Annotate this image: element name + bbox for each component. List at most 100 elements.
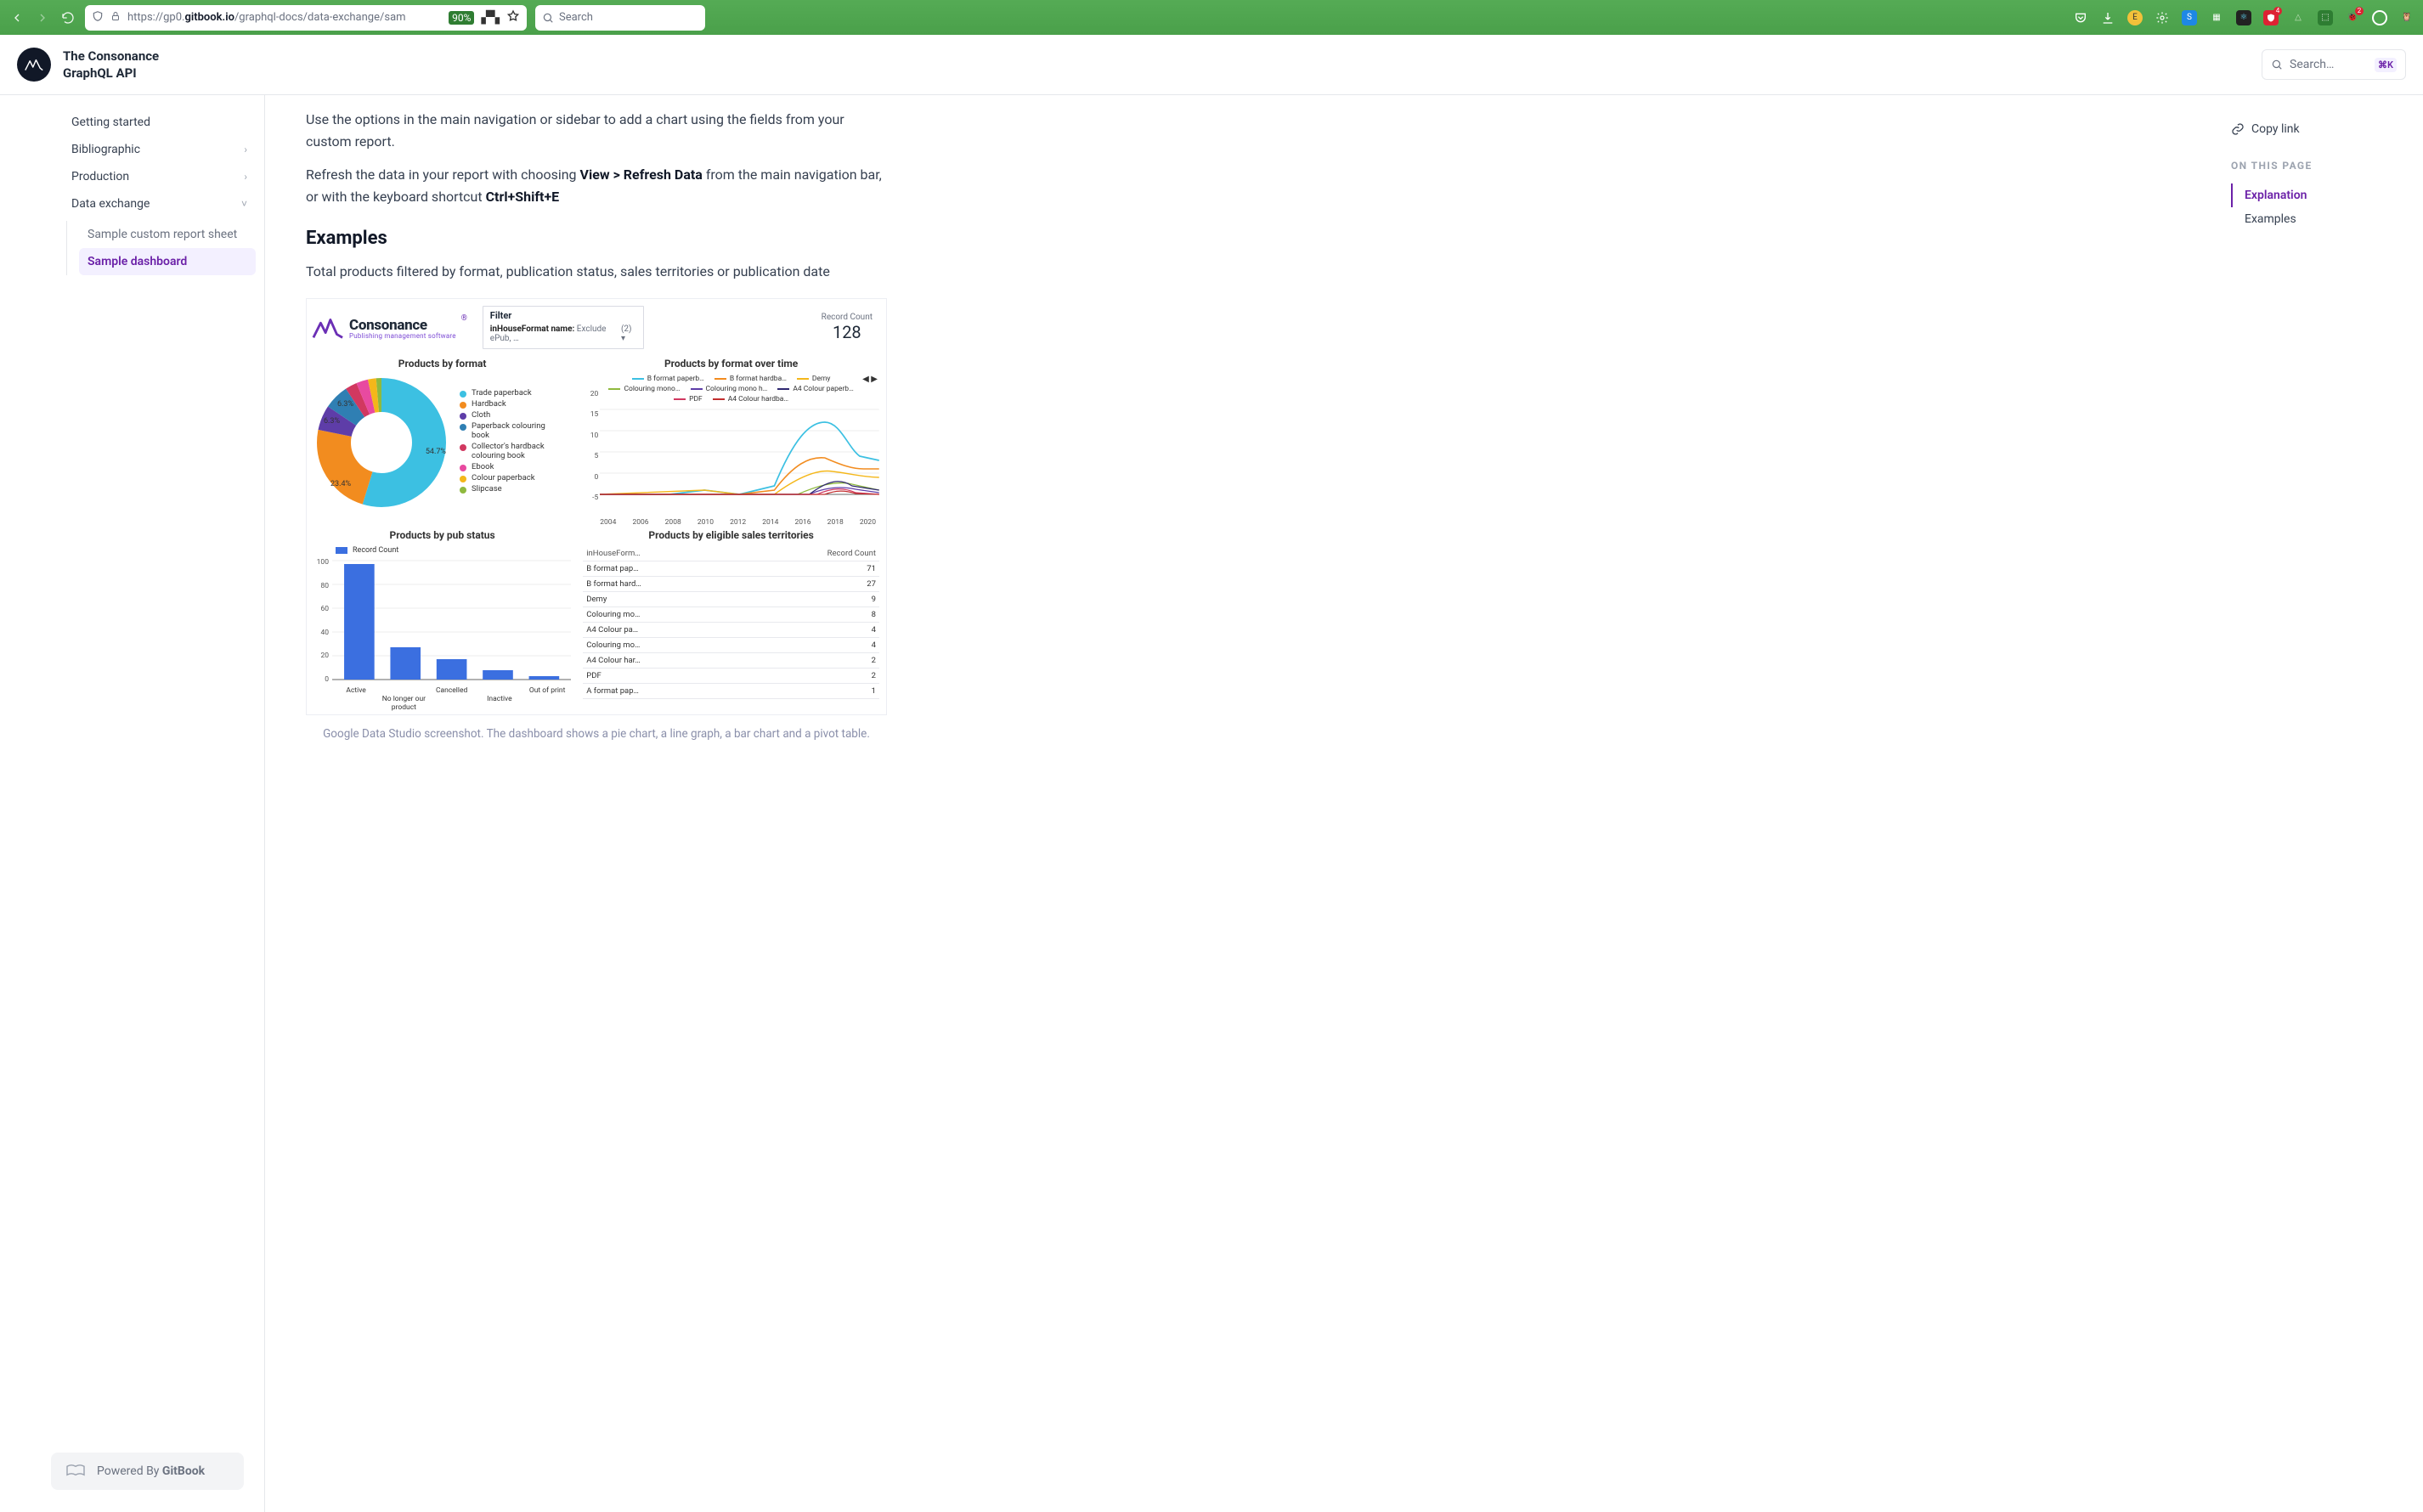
link-icon (2231, 122, 2245, 136)
sidebar-item-data-exchange[interactable]: Data exchange ˅ (63, 190, 256, 217)
sidebar-subitem-sample-dashboard[interactable]: Sample dashboard (79, 248, 256, 275)
sidebar-subitem-sample-report[interactable]: Sample custom report sheet (79, 221, 256, 248)
chevron-right-icon: › (244, 144, 247, 155)
table-row: B format hard…27 (583, 576, 879, 591)
donut-label: 23.4% (330, 480, 351, 488)
chevron-down-icon: ˅ (241, 198, 247, 210)
react-devtools-icon[interactable]: ⚛ (2236, 10, 2251, 25)
back-button[interactable] (8, 9, 25, 26)
gitbook-icon (65, 1463, 87, 1480)
app-logo[interactable] (17, 48, 51, 82)
table-row: Colouring mo…4 (583, 637, 879, 652)
powered-by-gitbook[interactable]: Powered By GitBook (51, 1453, 244, 1490)
table-row: B format pap…71 (583, 561, 879, 576)
paragraph: Total products filtered by format, publi… (306, 261, 887, 283)
app-search[interactable]: Search… ⌘K (2262, 49, 2406, 80)
bar-chart-svg (313, 556, 571, 684)
download-icon[interactable] (2100, 10, 2115, 25)
panel-title: Products by format (313, 358, 571, 370)
copy-link-label: Copy link (2251, 122, 2300, 136)
ext-owl-icon[interactable]: 🦉 (2399, 10, 2415, 25)
search-icon (2271, 59, 2283, 71)
powered-by-label: Powered By GitBook (97, 1464, 205, 1478)
line-xaxis: 200420062008201020122014201620182020 (583, 518, 879, 527)
table-row: A4 Colour pa…4 (583, 622, 879, 637)
sidebar-item-getting-started[interactable]: Getting started (63, 109, 256, 136)
star-icon[interactable] (506, 9, 520, 26)
panel-title: Products by format over time (583, 358, 879, 370)
table-row: Colouring mo…8 (583, 606, 879, 622)
dashboard-screenshot: Consonance Publishing management softwar… (306, 298, 887, 715)
pivot-panel: Products by eligible sales territories i… (583, 526, 879, 708)
ext-grid-icon[interactable]: ▦ (2209, 10, 2224, 25)
copy-link[interactable]: Copy link (2231, 122, 2403, 136)
ext-shield-icon[interactable]: 4 (2263, 10, 2279, 25)
ext-bug-icon[interactable]: 🐞2 (2345, 10, 2360, 25)
browser-bar: https://gp0.gitbook.io/graphql-docs/data… (0, 0, 2423, 35)
donut-panel: Products by format (313, 354, 571, 519)
address-bar[interactable]: https://gp0.gitbook.io/graphql-docs/data… (85, 5, 527, 31)
browser-search[interactable]: Search (535, 5, 705, 31)
bar-yaxis: 100806040200 (313, 558, 329, 684)
record-count: Record Count 128 (822, 313, 881, 342)
donut-chart: 54.7% 23.4% 6.3% 6.3% (313, 375, 449, 511)
search-kbd: ⌘K (2375, 58, 2397, 72)
app-search-placeholder: Search… (2290, 58, 2334, 71)
consonance-logo: Consonance Publishing management softwar… (312, 314, 467, 340)
sidebar-item-label: Sample custom report sheet (88, 228, 237, 241)
qr-icon[interactable]: ▞▚ (481, 11, 500, 25)
toc-item-label: Explanation (2245, 189, 2307, 202)
bar-panel: Products by pub status Record Count 1008… (313, 526, 571, 708)
ext-e-icon[interactable]: E (2127, 10, 2143, 25)
forward-button[interactable] (34, 9, 51, 26)
ext-a-icon[interactable]: △ (2290, 10, 2306, 25)
table-row: A format pap…1 (583, 683, 879, 698)
line-chart-svg (583, 405, 879, 516)
sidebar-item-label: Bibliographic (71, 143, 140, 156)
table-row: PDF2 (583, 668, 879, 683)
pivot-table: inHouseForm…Record Count B format pap…71… (583, 546, 879, 699)
donut-legend: Trade paperback Hardback Cloth Paperback… (460, 389, 562, 495)
reload-button[interactable] (59, 9, 76, 26)
brand-tagline: Publishing management software (349, 332, 456, 340)
donut-label: 6.3% (324, 417, 340, 426)
lock-icon (110, 11, 121, 25)
toc-heading: ON THIS PAGE (2231, 160, 2403, 172)
donut-label: 6.3% (337, 400, 353, 409)
sidebar-item-label: Production (71, 170, 129, 183)
sidebar-item-bibliographic[interactable]: Bibliographic › (63, 136, 256, 163)
toc-item-examples[interactable]: Examples (2231, 207, 2403, 231)
table-row: Demy9 (583, 591, 879, 606)
sidebar: Getting started Bibliographic › Producti… (0, 95, 265, 1512)
play-control[interactable]: ◀ ▶ (862, 375, 878, 384)
app-title: The Consonance GraphQL API (63, 48, 159, 82)
bar-xaxis: ActiveCancelledOut of print No longer ou… (313, 686, 571, 712)
line-legend: B format paperb… B format hardba… Demy C… (583, 375, 879, 405)
ext-circle-icon[interactable] (2372, 10, 2387, 25)
donut-label: 54.7% (426, 448, 446, 456)
ext-s-icon[interactable]: S (2182, 10, 2197, 25)
toc-item-explanation[interactable]: Explanation (2231, 183, 2403, 207)
zoom-badge[interactable]: 90% (449, 11, 474, 25)
paragraph: Use the options in the main navigation o… (306, 109, 887, 152)
ext-green-icon[interactable]: ⬚ (2318, 10, 2333, 25)
sidebar-item-production[interactable]: Production › (63, 163, 256, 190)
filter-card[interactable]: Filter inHouseFormat name: Exclude ePub,… (483, 306, 644, 349)
panel-title: Products by pub status (313, 529, 571, 541)
table-row: A4 Colour har…2 (583, 652, 879, 668)
toc: Copy link ON THIS PAGE Explanation Examp… (2211, 95, 2423, 1512)
bar-legend: Record Count (313, 546, 571, 555)
panel-title: Products by eligible sales territories (583, 529, 879, 541)
ext-gear-icon[interactable] (2155, 10, 2170, 25)
image-caption: Google Data Studio screenshot. The dashb… (306, 727, 887, 741)
filter-title: Filter (490, 310, 636, 321)
heading-examples: Examples (306, 228, 887, 249)
sidebar-item-label: Data exchange (71, 197, 150, 211)
paragraph: Refresh the data in your report with cho… (306, 164, 887, 207)
extension-tray: E S ▦ ⚛ 4 △ ⬚ 🐞2 🦉 (2073, 10, 2415, 25)
chevron-right-icon: › (244, 171, 247, 183)
browser-search-placeholder: Search (559, 11, 593, 24)
brand-name: Consonance (349, 317, 456, 334)
pocket-icon[interactable] (2073, 10, 2088, 25)
content: Use the options in the main navigation o… (265, 95, 928, 1512)
